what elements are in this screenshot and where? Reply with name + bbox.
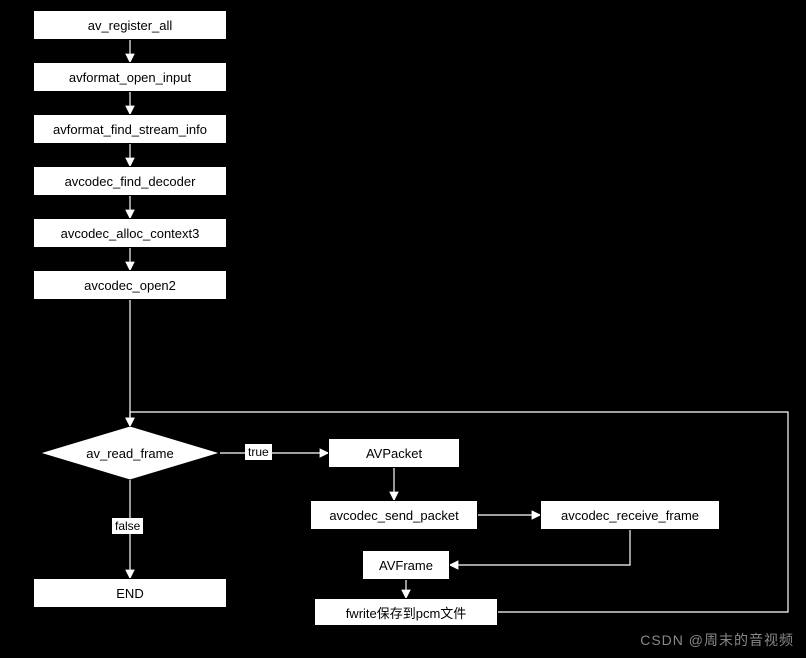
node-fwrite: fwrite保存到pcm文件 [314, 598, 498, 626]
node-text: av_register_all [88, 18, 173, 33]
label-text: false [115, 519, 140, 533]
watermark: CSDN @周末的音视频 [640, 630, 794, 650]
node-text: av_read_frame [86, 446, 173, 461]
node-text: avcodec_open2 [84, 278, 176, 293]
node-avframe: AVFrame [362, 550, 450, 580]
node-find-stream: avformat_find_stream_info [33, 114, 227, 144]
node-text: END [116, 586, 143, 601]
label-false: false [112, 518, 143, 534]
node-alloc-ctx: avcodec_alloc_context3 [33, 218, 227, 248]
label-text: true [248, 445, 269, 459]
node-find-decoder: avcodec_find_decoder [33, 166, 227, 196]
node-text: avcodec_find_decoder [65, 174, 196, 189]
node-avpacket: AVPacket [328, 438, 460, 468]
node-send-packet: avcodec_send_packet [310, 500, 478, 530]
node-end: END [33, 578, 227, 608]
node-text: avcodec_alloc_context3 [61, 226, 200, 241]
label-true: true [245, 444, 272, 460]
node-text: avformat_open_input [69, 70, 191, 85]
node-text: AVPacket [366, 446, 422, 461]
watermark-text: CSDN @周末的音视频 [640, 632, 794, 648]
node-text: avcodec_receive_frame [561, 508, 699, 523]
node-open-input: avformat_open_input [33, 62, 227, 92]
node-register: av_register_all [33, 10, 227, 40]
node-text: fwrite保存到pcm文件 [346, 603, 467, 622]
node-text: avformat_find_stream_info [53, 122, 207, 137]
node-receive-frame: avcodec_receive_frame [540, 500, 720, 530]
node-open2: avcodec_open2 [33, 270, 227, 300]
node-text: avcodec_send_packet [329, 508, 458, 523]
node-text: AVFrame [379, 558, 433, 573]
node-read-frame-decision: av_read_frame [40, 426, 220, 480]
